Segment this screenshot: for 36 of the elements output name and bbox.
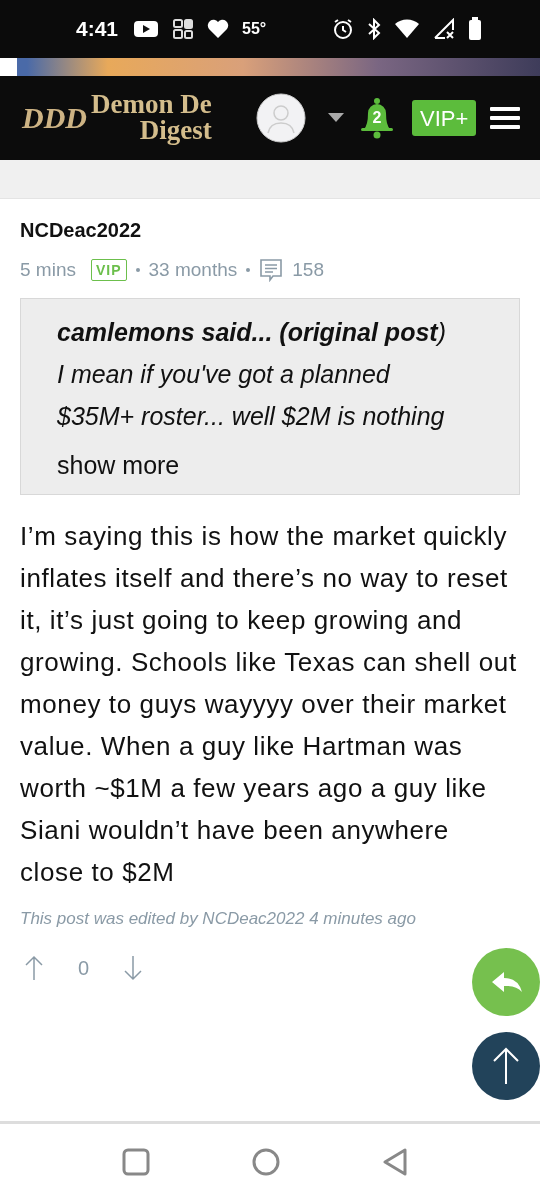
logo-monogram: DDD <box>22 101 87 135</box>
vote-count: 0 <box>78 956 90 980</box>
clock: 4:41 <box>76 17 119 41</box>
separator-dot <box>135 268 140 272</box>
back-icon[interactable] <box>382 1148 408 1176</box>
caret-icon[interactable] <box>328 113 344 123</box>
home-icon[interactable] <box>252 1148 280 1176</box>
show-more-link[interactable]: show more <box>57 451 180 480</box>
logo-text: Digest <box>139 118 212 144</box>
member-tenure: 33 months <box>148 259 238 281</box>
menu-icon[interactable] <box>490 106 521 130</box>
post-count: 158 <box>292 259 324 281</box>
edited-note: This post was edited by NCDeac2022 4 minutes ago <box>20 909 417 929</box>
logo-text: Demon De <box>91 92 212 118</box>
temperature: 55° <box>242 20 267 38</box>
author-name[interactable]: NCDeac2022 <box>20 219 520 242</box>
wifi-icon <box>394 19 420 39</box>
notification-count: 2 <box>371 109 383 127</box>
separator-dot <box>246 268 251 272</box>
post-time: 5 mins <box>20 259 76 281</box>
upvote-icon[interactable] <box>24 955 44 981</box>
alarm-icon <box>332 18 354 40</box>
bluetooth-icon <box>367 18 381 40</box>
video-play-icon <box>133 19 160 39</box>
reply-button[interactable] <box>472 948 540 1016</box>
grid-icon <box>172 18 195 40</box>
avatar-icon[interactable] <box>256 93 306 143</box>
vip-badge: VIP <box>90 259 127 281</box>
scroll-top-button[interactable] <box>472 1032 540 1100</box>
recents-icon[interactable] <box>122 1148 150 1176</box>
downvote-icon[interactable] <box>123 955 144 981</box>
post-body: I’m saying this is how the market quickly inflates itself and there’s no way to reset it, it’s just going to keep growing and growing. Schools like Texas can shell out money to guys wayyyy over their market value. When a guy like Hartman was worth ~$1M a few years ago a guy like Siani wouldn’t have been anywhere close to $2M <box>20 520 518 889</box>
comment-icon <box>259 258 284 282</box>
battery-icon <box>468 17 482 41</box>
heart-icon <box>207 19 230 39</box>
signal-icon <box>433 18 455 40</box>
